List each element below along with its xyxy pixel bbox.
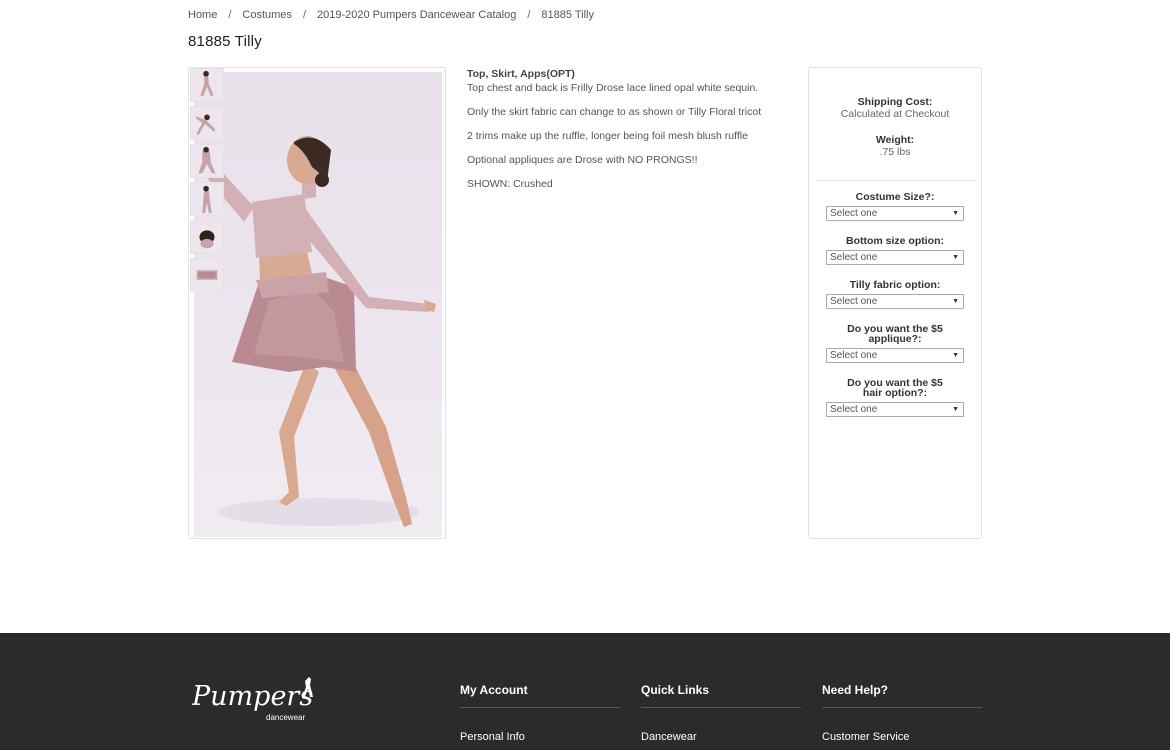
option-label: Costume Size?: <box>855 191 935 203</box>
weight-value: .75 lbs <box>879 146 911 158</box>
thumbnail-2[interactable] <box>190 106 224 140</box>
main-product-photo[interactable] <box>194 72 442 537</box>
weight-info: Weight: .75 lbs <box>809 134 981 158</box>
thumbnail-1[interactable] <box>190 68 224 102</box>
hair-select[interactable]: Select one ▼ <box>826 402 964 417</box>
chevron-down-icon: ▼ <box>952 254 959 261</box>
breadcrumb-catalog[interactable]: 2019-2020 Pumpers Dancewear Catalog <box>317 9 516 21</box>
option-hair: Do you want the $5 hair option?: Select … <box>809 378 981 417</box>
footer-col-title: My Account <box>460 683 620 708</box>
footer-col-quick-links: Quick Links Dancewear <box>641 683 801 743</box>
chevron-down-icon: ▼ <box>952 406 959 413</box>
footer-link-customer-service[interactable]: Customer Service <box>822 731 982 743</box>
description-line: SHOWN: Crushed <box>467 178 553 190</box>
breadcrumb: Home / Costumes / 2019-2020 Pumpers Danc… <box>188 9 594 21</box>
breadcrumb-separator: / <box>527 9 531 21</box>
description-heading: Top, Skirt, Apps(OPT) <box>467 68 575 80</box>
description-line: Top chest and back is Frilly Drose lace … <box>467 82 759 94</box>
thumbnail-4[interactable] <box>190 182 224 216</box>
select-value: Select one <box>830 296 878 307</box>
option-applique: Do you want the $5 applique?: Select one… <box>809 324 981 363</box>
breadcrumb-costumes[interactable]: Costumes <box>242 9 292 21</box>
footer-link-dancewear[interactable]: Dancewear <box>641 731 801 743</box>
option-label: Do you want the $5 applique?: <box>847 323 943 345</box>
option-label: Do you want the $5 hair option?: <box>847 377 943 399</box>
site-footer: Pumpers dancewear My Account Personal In… <box>0 633 1170 750</box>
footer-col-my-account: My Account Personal Info <box>460 683 620 743</box>
footer-col-need-help: Need Help? Customer Service <box>822 683 982 743</box>
select-value: Select one <box>830 252 878 263</box>
description-line: Only the skirt fabric can change to as s… <box>467 106 762 118</box>
shipping-info: Shipping Cost: Calculated at Checkout <box>809 96 981 120</box>
shipping-label: Shipping Cost: <box>857 96 933 108</box>
breadcrumb-home[interactable]: Home <box>188 9 217 21</box>
select-value: Select one <box>830 208 878 219</box>
thumbnail-list <box>189 68 225 292</box>
footer-col-title: Quick Links <box>641 683 801 708</box>
costume-size-select[interactable]: Select one ▼ <box>826 206 964 221</box>
thumbnail-6[interactable] <box>190 258 224 292</box>
shipping-value: Calculated at Checkout <box>840 108 950 120</box>
breadcrumb-separator: / <box>302 9 306 21</box>
applique-select[interactable]: Select one ▼ <box>826 348 964 363</box>
option-fabric: Tilly fabric option: Select one ▼ <box>809 280 981 309</box>
thumbnail-5[interactable] <box>190 220 224 254</box>
option-costume-size: Costume Size?: Select one ▼ <box>809 192 981 221</box>
breadcrumb-current: 81885 Tilly <box>541 9 594 21</box>
footer-link-personal-info[interactable]: Personal Info <box>460 731 620 743</box>
chevron-down-icon: ▼ <box>952 352 959 359</box>
weight-label: Weight: <box>875 134 915 146</box>
logo-subtext: dancewear <box>266 713 305 722</box>
fabric-select[interactable]: Select one ▼ <box>826 294 964 309</box>
description-line: Optional appliques are Drose with NO PRO… <box>467 154 698 166</box>
thumbnail-3[interactable] <box>190 144 224 178</box>
option-bottom-size: Bottom size option: Select one ▼ <box>809 236 981 265</box>
footer-col-title: Need Help? <box>822 683 982 708</box>
logo-text: Pumpers <box>192 681 313 712</box>
chevron-down-icon: ▼ <box>952 210 959 217</box>
option-label: Bottom size option: <box>846 235 944 247</box>
product-gallery <box>188 67 446 539</box>
breadcrumb-separator: / <box>228 9 232 21</box>
option-label: Tilly fabric option: <box>849 279 941 291</box>
description-line: 2 trims make up the ruffle, longer being… <box>467 130 748 142</box>
select-value: Select one <box>830 404 878 415</box>
pumpers-logo[interactable]: Pumpers dancewear <box>191 675 317 723</box>
bottom-size-select[interactable]: Select one ▼ <box>826 250 964 265</box>
product-description: Top, Skirt, Apps(OPT) Top chest and back… <box>467 67 787 201</box>
purchase-panel: Shipping Cost: Calculated at Checkout We… <box>808 67 982 539</box>
chevron-down-icon: ▼ <box>952 298 959 305</box>
select-value: Select one <box>830 350 878 361</box>
panel-divider <box>817 180 975 181</box>
page-title: 81885 Tilly <box>188 33 262 50</box>
